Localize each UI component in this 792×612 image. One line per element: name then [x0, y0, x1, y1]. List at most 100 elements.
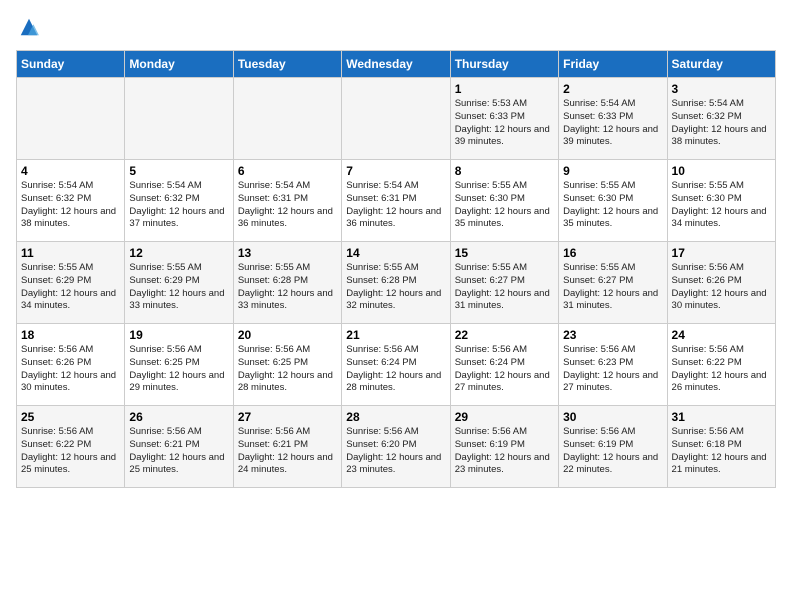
calendar-week-row: 25 Sunrise: 5:56 AM Sunset: 6:22 PM Dayli…	[17, 406, 776, 488]
header-monday: Monday	[125, 51, 233, 78]
day-info: Sunrise: 5:54 AM Sunset: 6:32 PM Dayligh…	[672, 98, 771, 149]
day-info: Sunrise: 5:55 AM Sunset: 6:29 PM Dayligh…	[21, 262, 120, 313]
calendar-cell: 8 Sunrise: 5:55 AM Sunset: 6:30 PM Daylig…	[450, 160, 558, 242]
calendar-cell: 7 Sunrise: 5:54 AM Sunset: 6:31 PM Daylig…	[342, 160, 450, 242]
calendar-table: Sunday Monday Tuesday Wednesday Thursday…	[16, 50, 776, 488]
calendar-cell: 6 Sunrise: 5:54 AM Sunset: 6:31 PM Daylig…	[233, 160, 341, 242]
day-info: Sunrise: 5:55 AM Sunset: 6:30 PM Dayligh…	[563, 180, 662, 231]
calendar-week-row: 4 Sunrise: 5:54 AM Sunset: 6:32 PM Daylig…	[17, 160, 776, 242]
day-number: 20	[238, 328, 337, 342]
day-number: 21	[346, 328, 445, 342]
day-info: Sunrise: 5:56 AM Sunset: 6:24 PM Dayligh…	[346, 344, 445, 395]
day-info: Sunrise: 5:56 AM Sunset: 6:25 PM Dayligh…	[129, 344, 228, 395]
day-number: 27	[238, 410, 337, 424]
calendar-cell: 17 Sunrise: 5:56 AM Sunset: 6:26 PM Dayli…	[667, 242, 775, 324]
day-number: 15	[455, 246, 554, 260]
calendar-cell: 4 Sunrise: 5:54 AM Sunset: 6:32 PM Daylig…	[17, 160, 125, 242]
day-info: Sunrise: 5:55 AM Sunset: 6:30 PM Dayligh…	[672, 180, 771, 231]
calendar-cell: 2Sunrise: 5:54 AM Sunset: 6:33 PM Daylig…	[559, 78, 667, 160]
day-number: 1	[455, 82, 554, 96]
day-info: Sunrise: 5:54 AM Sunset: 6:31 PM Dayligh…	[346, 180, 445, 231]
day-info: Sunrise: 5:54 AM Sunset: 6:32 PM Dayligh…	[21, 180, 120, 231]
day-number: 24	[672, 328, 771, 342]
header-sunday: Sunday	[17, 51, 125, 78]
page-header	[16, 16, 776, 38]
calendar-cell: 5 Sunrise: 5:54 AM Sunset: 6:32 PM Daylig…	[125, 160, 233, 242]
calendar-cell: 27 Sunrise: 5:56 AM Sunset: 6:21 PM Dayli…	[233, 406, 341, 488]
day-number: 2	[563, 82, 662, 96]
weekday-header-row: Sunday Monday Tuesday Wednesday Thursday…	[17, 51, 776, 78]
logo	[16, 16, 40, 38]
calendar-cell: 12 Sunrise: 5:55 AM Sunset: 6:29 PM Dayli…	[125, 242, 233, 324]
day-info: Sunrise: 5:56 AM Sunset: 6:25 PM Dayligh…	[238, 344, 337, 395]
day-number: 13	[238, 246, 337, 260]
calendar-cell: 1 Sunrise: 5:53 AM Sunset: 6:33 PM Daylig…	[450, 78, 558, 160]
calendar-cell: 20 Sunrise: 5:56 AM Sunset: 6:25 PM Dayli…	[233, 324, 341, 406]
calendar-cell: 23 Sunrise: 5:56 AM Sunset: 6:23 PM Dayli…	[559, 324, 667, 406]
day-info: Sunrise: 5:56 AM Sunset: 6:22 PM Dayligh…	[672, 344, 771, 395]
calendar-week-row: 18Sunrise: 5:56 AM Sunset: 6:26 PM Dayli…	[17, 324, 776, 406]
day-info: Sunrise: 5:54 AM Sunset: 6:31 PM Dayligh…	[238, 180, 337, 231]
calendar-cell: 26 Sunrise: 5:56 AM Sunset: 6:21 PM Dayli…	[125, 406, 233, 488]
day-number: 26	[129, 410, 228, 424]
header-thursday: Thursday	[450, 51, 558, 78]
calendar-cell: 30 Sunrise: 5:56 AM Sunset: 6:19 PM Dayli…	[559, 406, 667, 488]
day-number: 12	[129, 246, 228, 260]
day-number: 6	[238, 164, 337, 178]
calendar-cell	[342, 78, 450, 160]
calendar-week-row: 1 Sunrise: 5:53 AM Sunset: 6:33 PM Daylig…	[17, 78, 776, 160]
day-number: 10	[672, 164, 771, 178]
calendar-cell: 3 Sunrise: 5:54 AM Sunset: 6:32 PM Daylig…	[667, 78, 775, 160]
calendar-cell: 9 Sunrise: 5:55 AM Sunset: 6:30 PM Daylig…	[559, 160, 667, 242]
day-info: Sunrise: 5:56 AM Sunset: 6:22 PM Dayligh…	[21, 426, 120, 477]
calendar-cell	[125, 78, 233, 160]
day-number: 5	[129, 164, 228, 178]
day-info: Sunrise: 5:56 AM Sunset: 6:26 PM Dayligh…	[672, 262, 771, 313]
calendar-cell: 29Sunrise: 5:56 AM Sunset: 6:19 PM Dayli…	[450, 406, 558, 488]
day-number: 22	[455, 328, 554, 342]
day-info: Sunrise: 5:55 AM Sunset: 6:28 PM Dayligh…	[238, 262, 337, 313]
header-wednesday: Wednesday	[342, 51, 450, 78]
calendar-cell: 15 Sunrise: 5:55 AM Sunset: 6:27 PM Dayli…	[450, 242, 558, 324]
calendar-cell: 24 Sunrise: 5:56 AM Sunset: 6:22 PM Dayli…	[667, 324, 775, 406]
day-info: Sunrise: 5:55 AM Sunset: 6:28 PM Dayligh…	[346, 262, 445, 313]
day-info: Sunrise: 5:56 AM Sunset: 6:19 PM Dayligh…	[563, 426, 662, 477]
day-info: Sunrise: 5:56 AM Sunset: 6:18 PM Dayligh…	[672, 426, 771, 477]
calendar-cell: 10 Sunrise: 5:55 AM Sunset: 6:30 PM Dayli…	[667, 160, 775, 242]
day-number: 19	[129, 328, 228, 342]
header-friday: Friday	[559, 51, 667, 78]
day-info: Sunrise: 5:56 AM Sunset: 6:24 PM Dayligh…	[455, 344, 554, 395]
day-number: 9	[563, 164, 662, 178]
calendar-cell: 19 Sunrise: 5:56 AM Sunset: 6:25 PM Dayli…	[125, 324, 233, 406]
day-number: 29	[455, 410, 554, 424]
day-info: Sunrise: 5:56 AM Sunset: 6:21 PM Dayligh…	[129, 426, 228, 477]
calendar-week-row: 11Sunrise: 5:55 AM Sunset: 6:29 PM Dayli…	[17, 242, 776, 324]
day-info: Sunrise: 5:55 AM Sunset: 6:30 PM Dayligh…	[455, 180, 554, 231]
day-number: 8	[455, 164, 554, 178]
day-info: Sunrise: 5:55 AM Sunset: 6:29 PM Dayligh…	[129, 262, 228, 313]
logo-icon	[18, 16, 40, 38]
day-number: 4	[21, 164, 120, 178]
day-info: Sunrise: 5:56 AM Sunset: 6:23 PM Dayligh…	[563, 344, 662, 395]
day-number: 14	[346, 246, 445, 260]
calendar-cell	[233, 78, 341, 160]
day-info: Sunrise: 5:53 AM Sunset: 6:33 PM Dayligh…	[455, 98, 554, 149]
day-info: Sunrise: 5:55 AM Sunset: 6:27 PM Dayligh…	[455, 262, 554, 313]
day-number: 30	[563, 410, 662, 424]
calendar-cell: 22 Sunrise: 5:56 AM Sunset: 6:24 PM Dayli…	[450, 324, 558, 406]
day-number: 23	[563, 328, 662, 342]
day-number: 17	[672, 246, 771, 260]
calendar-cell: 31Sunrise: 5:56 AM Sunset: 6:18 PM Dayli…	[667, 406, 775, 488]
calendar-cell	[17, 78, 125, 160]
calendar-cell: 18Sunrise: 5:56 AM Sunset: 6:26 PM Dayli…	[17, 324, 125, 406]
calendar-cell: 16Sunrise: 5:55 AM Sunset: 6:27 PM Dayli…	[559, 242, 667, 324]
day-number: 16	[563, 246, 662, 260]
calendar-cell: 13 Sunrise: 5:55 AM Sunset: 6:28 PM Dayli…	[233, 242, 341, 324]
calendar-cell: 21 Sunrise: 5:56 AM Sunset: 6:24 PM Dayli…	[342, 324, 450, 406]
day-number: 25	[21, 410, 120, 424]
day-info: Sunrise: 5:56 AM Sunset: 6:21 PM Dayligh…	[238, 426, 337, 477]
day-info: Sunrise: 5:54 AM Sunset: 6:32 PM Dayligh…	[129, 180, 228, 231]
day-number: 7	[346, 164, 445, 178]
calendar-cell: 14 Sunrise: 5:55 AM Sunset: 6:28 PM Dayli…	[342, 242, 450, 324]
day-number: 3	[672, 82, 771, 96]
